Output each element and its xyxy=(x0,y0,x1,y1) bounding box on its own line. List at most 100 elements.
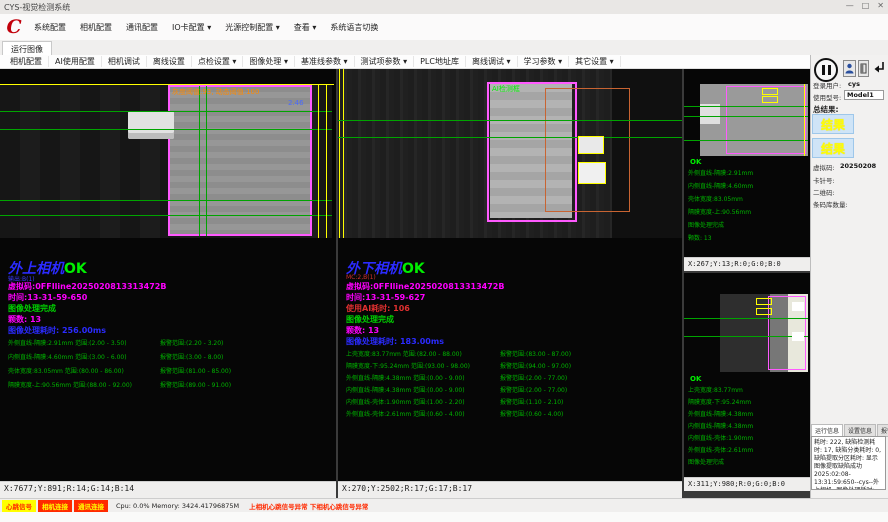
measurement-value: 外侧直线-壳体:2.61mm 范围:(0.60 - 4.00) xyxy=(346,409,465,418)
tool-test-params[interactable]: 测试项参数 ▾ xyxy=(355,56,415,67)
output-line: MC:2,B(1) xyxy=(346,274,376,281)
menu-system-config[interactable]: 系统配置 xyxy=(27,22,73,33)
tool-ai-config[interactable]: AI使用配置 xyxy=(49,56,102,67)
bottom-strip xyxy=(0,512,888,522)
thumb-top-coordinate-bar: X:267;Y:13;R:0;G:0;B:0 xyxy=(684,257,810,271)
threshold-overlay-text: 灰度阈值:93, 动态阈值:100 xyxy=(172,87,259,97)
barcode-count-label: 条码库数量: xyxy=(813,199,848,209)
connector-part xyxy=(700,104,720,124)
menu-light-config[interactable]: 光源控制配置 ▾ xyxy=(218,22,287,33)
thumb-text-line: 内侧直线-隔膜:4.60mm xyxy=(688,181,753,190)
defect-blob xyxy=(792,332,804,341)
return-arrow-icon xyxy=(871,60,886,76)
measurement-value: 内侧直线-壳体:1.90mm 范围:(1.00 - 2.20) xyxy=(346,397,465,406)
tool-camera-debug[interactable]: 相机调试 xyxy=(102,56,147,67)
cpu-memory-text: Cpu: 0.0% Memory: 3424.41796875M xyxy=(116,502,239,510)
return-arrow-button[interactable] xyxy=(871,60,886,76)
tab-run-image[interactable]: 运行图像 xyxy=(2,41,52,55)
tool-camera-config[interactable]: 相机配置 xyxy=(4,56,49,67)
log-textbox[interactable]: 耗时: 222, 缺陷检测耗时: 17, 缺陷分类耗时: 0, 缺陷提取分区耗时… xyxy=(811,436,886,490)
tool-learn-params[interactable]: 学习参数 ▾ xyxy=(518,56,570,67)
count-text: 颗数: 13 xyxy=(8,314,41,325)
tool-other-settings[interactable]: 其它设置 ▾ xyxy=(569,56,621,67)
tool-offline-debug[interactable]: 离线调试 ▾ xyxy=(466,56,518,67)
measure-line xyxy=(0,200,332,201)
measure-line xyxy=(684,336,808,337)
detection-box xyxy=(168,85,312,236)
model-value-field[interactable]: Model1 xyxy=(844,90,884,100)
menu-camera-config[interactable]: 相机配置 xyxy=(73,22,119,33)
result-ok: OK xyxy=(690,375,701,383)
maximize-icon[interactable]: □ xyxy=(862,1,870,10)
measure-tag: 2.46 xyxy=(288,99,304,107)
measure-line xyxy=(338,120,682,121)
minimize-icon[interactable]: — xyxy=(846,1,854,10)
measure-line-vertical xyxy=(199,86,200,236)
barcode-text: 虚拟码:0FFIline2025020813313472B xyxy=(8,281,166,292)
thumb-text-line: 隔膜宽度-上:90.56mm xyxy=(688,207,751,216)
title-bar[interactable]: CYS-视觉检测系统 xyxy=(0,0,888,14)
thumb-text-line: 外侧直线-壳体:2.61mm xyxy=(688,445,753,454)
measurement-value: 壳体宽度:83.05mm 范围:(80.00 - 86.00) xyxy=(8,366,124,375)
tool-plc-address[interactable]: PLC地址库 xyxy=(414,56,466,67)
app-logo-icon: C xyxy=(3,16,25,38)
qr-label: 二维码: xyxy=(813,187,835,197)
thumb-text-line: 隔膜宽度-下:95.24mm xyxy=(688,397,751,406)
tool-image-process[interactable]: 图像处理 ▾ xyxy=(243,56,295,67)
thumb-panel-bottom: OK 上壳宽度:83.77mm 隔膜宽度-下:95.24mm 外侧直线-隔膜:4… xyxy=(684,273,810,491)
middle-image-canvas[interactable]: AI检测框 xyxy=(338,69,682,238)
menu-language-switch[interactable]: 系统语言切换 xyxy=(323,22,385,33)
pin-label: 卡针号: xyxy=(813,175,835,185)
measure-line xyxy=(684,116,808,117)
measurement-value: 外侧直线-隔膜:4.38mm 范围:(0.00 - 9.00) xyxy=(346,373,465,382)
tool-baseline-params[interactable]: 基准线参数 ▾ xyxy=(295,56,355,67)
threshold-tag xyxy=(756,298,772,305)
vcode-value: 20250208 xyxy=(840,162,876,170)
comm-connection-badge: 通讯连接 xyxy=(74,500,108,512)
user-icon xyxy=(845,63,854,74)
window-controls: — □ ✕ xyxy=(846,1,884,10)
time-text: 时间:13-31-59-650 xyxy=(8,292,87,303)
process-time-text: 图像处理耗时: 256.00ms xyxy=(8,325,106,336)
thumb-panel-top: OK 外侧直线-隔膜:2.91mm 内侧直线-隔膜:4.60mm 壳体宽度:83… xyxy=(684,69,810,271)
status-bar: 心跳信号 相机连接 通讯连接 Cpu: 0.0% Memory: 3424.41… xyxy=(0,498,888,512)
measure-line xyxy=(684,140,808,141)
close-icon[interactable]: ✕ xyxy=(877,1,884,10)
model-label: 使用型号: xyxy=(813,92,841,102)
measure-line xyxy=(0,129,332,130)
tool-spotcheck-setting[interactable]: 点检设置 ▾ xyxy=(192,56,244,67)
ai-box-label: AI检测框 xyxy=(492,84,520,94)
menu-io-config[interactable]: IO卡配置 ▾ xyxy=(165,22,218,33)
panel-icon xyxy=(860,63,867,74)
measurement-value: 内侧直线-隔膜:4.60mm 范围:(3.00 - 6.00) xyxy=(8,352,127,361)
edge-line xyxy=(326,85,327,238)
login-user-label: 登录用户: xyxy=(813,80,841,90)
pause-button[interactable] xyxy=(814,58,838,82)
measurement-value: 隔膜宽度-上:90.56mm 范围:(88.00 - 92.00) xyxy=(8,380,132,389)
result-box-text: 结果 xyxy=(821,140,845,157)
left-image-canvas[interactable]: 灰度阈值:93, 动态阈值:100 2.46 xyxy=(0,85,332,238)
thumb-text-line: 颗数: 13 xyxy=(688,233,712,242)
edge-line xyxy=(343,69,344,238)
menu-view[interactable]: 查看 ▾ xyxy=(287,22,324,33)
alarm-range: 报警范围:(81.00 - 85.00) xyxy=(160,366,231,375)
tool-offline-setting[interactable]: 离线设置 xyxy=(147,56,192,67)
ai-time-text: 使用AI耗时: 106 xyxy=(346,303,410,314)
defect-blob xyxy=(578,136,604,154)
menu-comm-config[interactable]: 通讯配置 xyxy=(119,22,165,33)
thumb-bottom-coordinate-bar: X:311;Y:980;R:0;G:0;B:0 xyxy=(684,477,810,491)
process-time-text: 图像处理耗时: 183.00ms xyxy=(346,336,444,347)
time-text: 时间:13-31-59-627 xyxy=(346,292,425,303)
thumb-bottom-image[interactable] xyxy=(720,294,808,372)
user-mode-button[interactable] xyxy=(843,60,856,77)
alarm-range: 报警范围:(1.10 - 2.10) xyxy=(500,397,563,406)
result-box-1: 结果 xyxy=(812,114,854,134)
process-done-text: 图像处理完成 xyxy=(8,303,56,314)
edge-line xyxy=(0,84,334,85)
alarm-range: 报警范围:(94.00 - 97.00) xyxy=(500,361,571,370)
measurement-value: 外侧直线-隔膜:2.91mm 范围:(2.00 - 3.50) xyxy=(8,338,127,347)
panel-toggle-button[interactable] xyxy=(858,60,869,77)
thumb-top-image[interactable] xyxy=(700,84,808,156)
result-box-text: 结果 xyxy=(821,116,845,133)
edge-line xyxy=(804,84,805,156)
